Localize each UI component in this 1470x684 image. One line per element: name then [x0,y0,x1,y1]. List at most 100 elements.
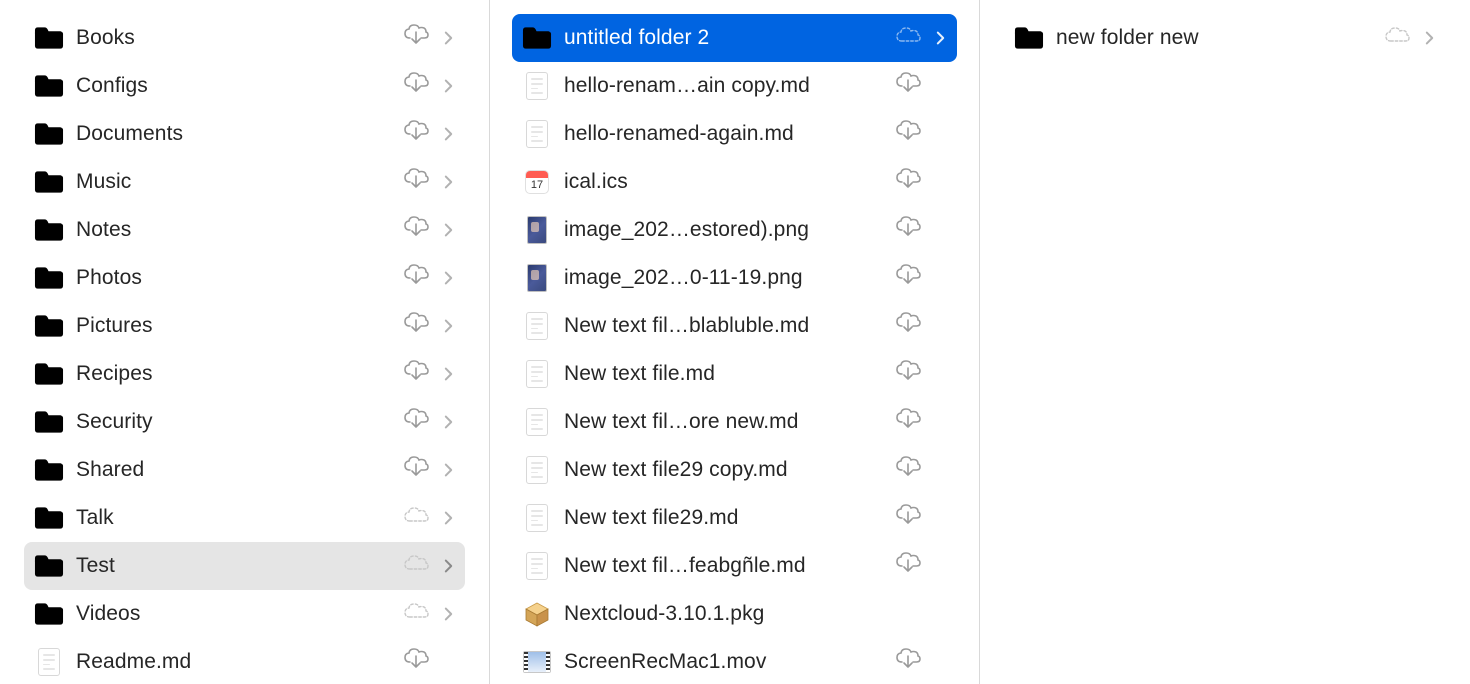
movie-icon [522,647,552,677]
file-row[interactable]: New text file.md [512,350,957,398]
cloud-download-icon[interactable] [403,168,429,196]
item-label: New text file.md [564,362,883,386]
file-row[interactable]: hello-renamed-again.md [512,110,957,158]
folder-row[interactable]: Configs [24,62,465,110]
folder-row[interactable]: Test [24,542,465,590]
folder-row[interactable]: Talk [24,494,465,542]
document-icon [522,359,552,389]
item-label: New text fil…blabluble.md [564,314,883,338]
cloud-download-icon[interactable] [403,24,429,52]
image-icon [522,215,552,245]
image-icon [522,263,552,293]
file-row[interactable]: 17ical.ics [512,158,957,206]
status-slot [895,217,921,243]
cloud-download-icon[interactable] [403,456,429,484]
folder-row[interactable]: Photos [24,254,465,302]
status-slot [895,73,921,99]
cloud-download-icon[interactable] [403,312,429,340]
cloud-status-icon [403,602,429,626]
item-label: Recipes [76,362,391,386]
folder-row[interactable]: Recipes [24,350,465,398]
disclosure-chevron [441,271,455,285]
file-row[interactable]: New text fil…feabgñle.md [512,542,957,590]
status-slot [403,217,429,243]
cloud-download-icon[interactable] [895,504,921,532]
cloud-download-icon[interactable] [403,408,429,436]
folder-row[interactable]: Documents [24,110,465,158]
cloud-download-icon[interactable] [895,264,921,292]
status-slot [895,313,921,339]
folder-icon [34,215,64,245]
file-row[interactable]: ScreenRecMac1.mov [512,638,957,684]
cloud-download-icon[interactable] [895,72,921,100]
file-row[interactable]: hello-renam…ain copy.md [512,62,957,110]
item-label: Documents [76,122,391,146]
folder-icon [34,599,64,629]
cloud-download-icon[interactable] [895,552,921,580]
item-label: Pictures [76,314,391,338]
status-slot [895,169,921,195]
file-row[interactable]: New text file29.md [512,494,957,542]
file-row[interactable]: image_202…0-11-19.png [512,254,957,302]
folder-row[interactable]: Music [24,158,465,206]
cloud-download-icon[interactable] [895,120,921,148]
disclosure-chevron [441,511,455,525]
disclosure-chevron [441,607,455,621]
file-row[interactable]: Readme.md [24,638,465,684]
file-row[interactable]: New text fil…blabluble.md [512,302,957,350]
folder-row[interactable]: Notes [24,206,465,254]
file-row[interactable]: Nextcloud-3.10.1.pkg [512,590,957,638]
cloud-download-icon[interactable] [895,456,921,484]
folder-icon [34,167,64,197]
status-slot [895,409,921,435]
file-row[interactable]: New text fil…ore new.md [512,398,957,446]
status-slot [403,601,429,627]
file-row[interactable]: New text file29 copy.md [512,446,957,494]
folder-icon [34,503,64,533]
cloud-download-icon[interactable] [895,216,921,244]
item-label: New text file29 copy.md [564,458,883,482]
cloud-download-icon[interactable] [895,648,921,676]
status-slot [403,313,429,339]
item-label: Music [76,170,391,194]
cloud-download-icon[interactable] [895,168,921,196]
folder-row[interactable]: new folder new [1004,14,1446,62]
cloud-download-icon[interactable] [403,216,429,244]
document-icon [522,407,552,437]
cloud-download-icon[interactable] [403,120,429,148]
status-slot [895,553,921,579]
column-3[interactable]: new folder new [980,0,1470,684]
folder-row[interactable]: Videos [24,590,465,638]
cloud-download-icon[interactable] [895,408,921,436]
disclosure-chevron [441,367,455,381]
folder-row[interactable]: Pictures [24,302,465,350]
folder-row[interactable]: Security [24,398,465,446]
folder-row[interactable]: Books [24,14,465,62]
status-slot [895,505,921,531]
cloud-download-icon[interactable] [403,72,429,100]
disclosure-chevron [441,463,455,477]
item-label: Books [76,26,391,50]
item-label: Configs [76,74,391,98]
cloud-download-icon[interactable] [403,360,429,388]
folder-row[interactable]: untitled folder 2 [512,14,957,62]
folder-row[interactable]: Shared [24,446,465,494]
cloud-download-icon[interactable] [895,360,921,388]
column-2[interactable]: untitled folder 2hello-renam…ain copy.md… [490,0,980,684]
folder-icon [34,71,64,101]
cloud-download-icon[interactable] [403,264,429,292]
disclosure-chevron [441,223,455,237]
file-row[interactable]: image_202…estored).png [512,206,957,254]
folder-icon [34,311,64,341]
document-icon [522,551,552,581]
status-slot [1384,25,1410,51]
cloud-status-icon [403,506,429,530]
status-slot [403,649,429,675]
item-label: Security [76,410,391,434]
item-label: New text fil…feabgñle.md [564,554,883,578]
status-slot [403,457,429,483]
cloud-download-icon[interactable] [403,648,429,676]
cloud-download-icon[interactable] [895,312,921,340]
disclosure-chevron [441,79,455,93]
column-1[interactable]: Books Configs Documents Music NotesPhotos Pic… [0,0,490,684]
